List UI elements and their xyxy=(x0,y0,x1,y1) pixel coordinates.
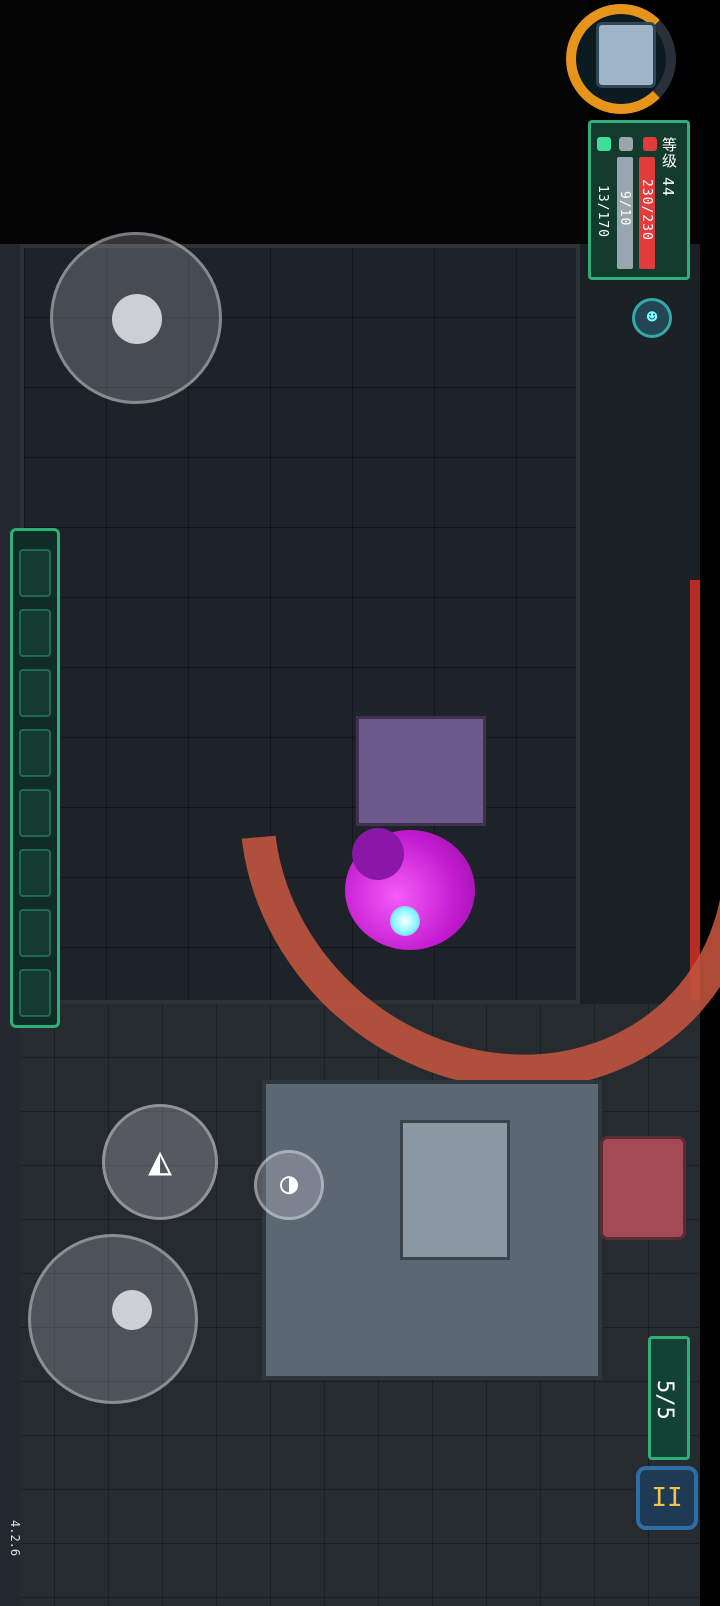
enemy-indicator-icon: ☻ xyxy=(632,298,672,338)
inventory-slot-capsule[interactable] xyxy=(19,609,51,657)
aim-joystick[interactable] xyxy=(28,1234,198,1404)
shield-icon xyxy=(619,137,633,151)
inventory-bar xyxy=(10,528,60,1028)
inventory-slot-food[interactable] xyxy=(19,669,51,717)
energy-icon xyxy=(597,137,611,151)
aim-joystick-knob[interactable] xyxy=(112,1290,152,1330)
inventory-slot-empty[interactable] xyxy=(19,789,51,837)
move-joystick-knob[interactable] xyxy=(112,294,162,344)
pause-icon: II xyxy=(651,1483,683,1513)
inventory-slot-empty[interactable] xyxy=(19,849,51,897)
ammo-text: 5/5 xyxy=(652,1380,677,1420)
skill-icon: ◭ xyxy=(147,1138,173,1184)
character-portrait[interactable] xyxy=(596,22,656,88)
player-character xyxy=(356,716,486,826)
heart-icon xyxy=(643,137,657,151)
energy-text: 13/170 xyxy=(595,185,610,238)
emote-icon: ◑ xyxy=(279,1166,299,1201)
inventory-slot-empty[interactable] xyxy=(19,969,51,1017)
armor-text: 9/10 xyxy=(617,191,632,227)
hp-text: 230/230 xyxy=(639,179,654,241)
mech-boss-core xyxy=(400,1120,510,1260)
level-value: 44 xyxy=(659,177,677,198)
inventory-slot-weapon[interactable] xyxy=(19,729,51,777)
inventory-slot-potion[interactable] xyxy=(19,549,51,597)
npc-merchant xyxy=(600,1136,686,1240)
inventory-slot-empty[interactable] xyxy=(19,909,51,957)
version-text: 4.2.6 xyxy=(8,1520,22,1557)
unexplored-area xyxy=(0,0,590,244)
level-label: 等级 xyxy=(660,137,678,169)
pause-button[interactable]: II xyxy=(636,1466,698,1530)
skill-button[interactable]: ◭ xyxy=(102,1104,218,1220)
stats-panel: 等级 44 230/230 9/10 13/170 xyxy=(588,120,690,280)
spark-projectile xyxy=(390,906,420,936)
energy-orb-small xyxy=(352,828,404,880)
emote-button[interactable]: ◑ xyxy=(254,1150,324,1220)
